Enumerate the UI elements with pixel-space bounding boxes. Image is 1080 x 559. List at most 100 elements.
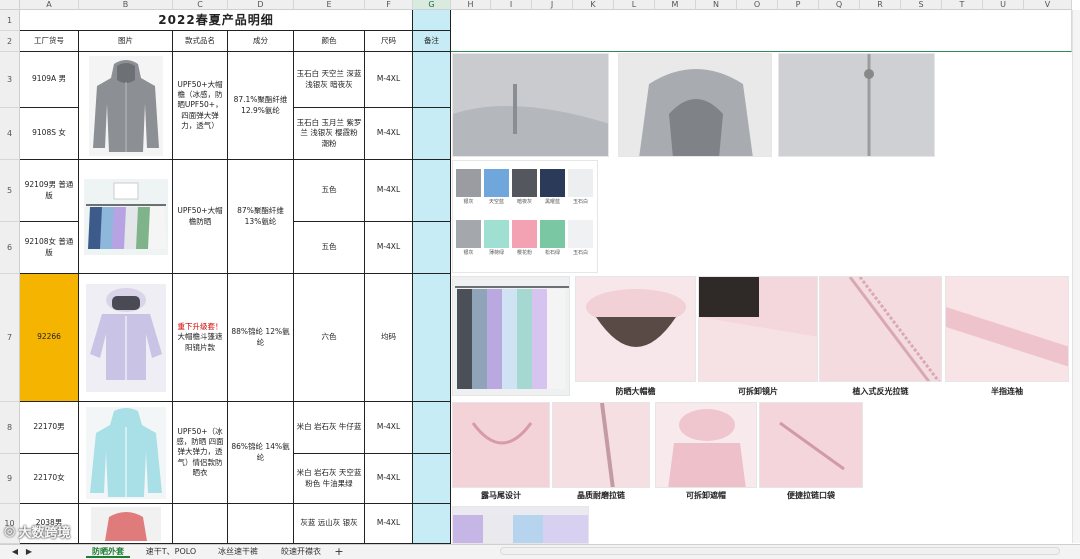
detail-photo-gray-hood[interactable] — [618, 53, 772, 157]
cell-e7[interactable]: 六色 — [294, 274, 365, 402]
header-color[interactable]: 颜色 — [294, 31, 365, 52]
row-header-5[interactable]: 5 — [0, 160, 20, 222]
tab-quickdry-tee[interactable]: 速干T、POLO — [140, 545, 202, 558]
col-header-k[interactable]: K — [573, 0, 614, 10]
note-cell-r10[interactable] — [413, 504, 451, 544]
tab-sunscreen-jacket[interactable]: 防晒外套 — [86, 545, 130, 558]
cell-e10[interactable]: 灰蓝 远山灰 银灰 — [294, 504, 365, 544]
note-cell-r3[interactable] — [413, 52, 451, 108]
col-header-i[interactable]: I — [491, 0, 532, 10]
note-cell-r9[interactable] — [413, 454, 451, 504]
cell-c8[interactable]: UPF50+（冰感，防晒 四面弹大弹力，透气）情侣款防晒衣 — [173, 402, 228, 504]
col-header-f[interactable]: F — [365, 0, 413, 10]
cell-d7[interactable]: 88%锦纶 12%氨纶 — [228, 274, 294, 402]
cell-f6[interactable]: M-4XL — [365, 222, 413, 274]
cell-e3[interactable]: 玉石白 天空兰 深蓝 浅银灰 暗夜灰 — [294, 52, 365, 108]
col-header-j[interactable]: J — [532, 0, 573, 10]
horizontal-scrollbar[interactable] — [500, 547, 1060, 555]
rack-photo-colors[interactable] — [452, 276, 570, 396]
col-header-v[interactable]: V — [1024, 0, 1072, 10]
detail-photo-gray-1[interactable] — [452, 53, 609, 157]
cell-a7-highlighted[interactable]: 92266 — [20, 274, 79, 402]
header-picture[interactable]: 图片 — [79, 31, 173, 52]
header-composition[interactable]: 成分 — [228, 31, 294, 52]
cell-e5[interactable]: 五色 — [294, 160, 365, 222]
cell-e9[interactable]: 米白 岩石灰 天空蓝 粉色 牛油果绿 — [294, 454, 365, 504]
cell-f4[interactable]: M-4XL — [365, 108, 413, 160]
cell-a9[interactable]: 22170女 — [20, 454, 79, 504]
row-header-8[interactable]: 8 — [0, 402, 20, 454]
cell-b8-picture[interactable] — [79, 402, 173, 504]
col-header-h[interactable]: H — [451, 0, 491, 10]
col-header-r[interactable]: R — [860, 0, 901, 10]
cell-f9[interactable]: M-4XL — [365, 454, 413, 504]
col-header-t[interactable]: T — [942, 0, 983, 10]
header-size[interactable]: 尺码 — [365, 31, 413, 52]
col-header-e[interactable]: E — [294, 0, 365, 10]
col-header-o[interactable]: O — [737, 0, 778, 10]
row-header-6[interactable]: 6 — [0, 222, 20, 274]
note-cell-r1[interactable] — [413, 10, 451, 31]
note-cell-r8[interactable] — [413, 402, 451, 454]
detachable-hood-photo[interactable] — [655, 402, 757, 488]
color-swatch-panel[interactable]: 银灰 天空蓝 暗夜灰 黑曜蓝 玉石白 银灰 薄荷绿 樱花粉 松石绿 玉石白 — [452, 160, 598, 273]
cell-d3[interactable]: 87.1%聚酯纤维 12.9%氨纶 — [228, 52, 294, 160]
col-header-d[interactable]: D — [228, 0, 294, 10]
cell-c10[interactable] — [173, 504, 228, 544]
col-header-a[interactable]: A — [20, 0, 79, 10]
thumbhole-sleeve-photo[interactable] — [945, 276, 1069, 382]
col-header-u[interactable]: U — [983, 0, 1024, 10]
col-header-m[interactable]: M — [655, 0, 696, 10]
cell-f7[interactable]: 均码 — [365, 274, 413, 402]
select-all-corner[interactable] — [0, 0, 20, 10]
ponytail-photo[interactable] — [452, 402, 550, 488]
pastel-rack-photo[interactable] — [452, 506, 589, 544]
cell-b5-picture[interactable] — [79, 160, 173, 274]
row-header-9[interactable]: 9 — [0, 454, 20, 504]
tab-cardigan[interactable]: 皎速开襟衣 — [274, 545, 328, 558]
tab-nav-next-icon[interactable]: ▶ — [22, 545, 36, 558]
cell-e4[interactable]: 玉石白 玉月兰 紫罗兰 浅银灰 樱霞粉 潮粉 — [294, 108, 365, 160]
sheet-title[interactable]: 2022春夏产品明细 — [20, 10, 413, 31]
tab-icesilk-pants[interactable]: 冰丝速干裤 — [212, 545, 264, 558]
tab-nav-prev-icon[interactable]: ◀ — [8, 545, 22, 558]
row-header-7[interactable]: 7 — [0, 274, 20, 402]
col-header-l[interactable]: L — [614, 0, 655, 10]
header-style-name[interactable]: 款式品名 — [173, 31, 228, 52]
note-cell-r6[interactable] — [413, 222, 451, 274]
cell-c3[interactable]: UPF50+大帽檐（冰感，防晒UPF50+，四面弹大弹力，透气） — [173, 52, 228, 160]
zip-pocket-photo[interactable] — [759, 402, 863, 488]
col-header-b[interactable]: B — [79, 0, 173, 10]
cell-a4[interactable]: 9108S 女 — [20, 108, 79, 160]
cell-b3-picture[interactable] — [79, 52, 173, 160]
cell-e8[interactable]: 米白 岩石灰 牛仔蓝 — [294, 402, 365, 454]
detail-photo-gray-zip[interactable] — [778, 53, 935, 157]
cell-e6[interactable]: 五色 — [294, 222, 365, 274]
row-header-2[interactable]: 2 — [0, 31, 20, 52]
cell-f3[interactable]: M-4XL — [365, 52, 413, 108]
note-cell-r5[interactable] — [413, 160, 451, 222]
cell-f5[interactable]: M-4XL — [365, 160, 413, 222]
cell-d10[interactable] — [228, 504, 294, 544]
cell-d8[interactable]: 86%锦纶 14%氨纶 — [228, 402, 294, 504]
note-cell-r4[interactable] — [413, 108, 451, 160]
reflective-zip-photo[interactable] — [819, 276, 942, 382]
row-header-4[interactable]: 4 — [0, 108, 20, 160]
col-header-p[interactable]: P — [778, 0, 819, 10]
cell-c7[interactable]: 重下升级套！ 大帽檐斗篷遮阳镜片款 — [173, 274, 228, 402]
col-header-c[interactable]: C — [173, 0, 228, 10]
col-header-n[interactable]: N — [696, 0, 737, 10]
header-note[interactable]: 备注 — [413, 31, 451, 52]
cell-a6[interactable]: 92108女 普通版 — [20, 222, 79, 274]
cell-c5[interactable]: UPF50+大帽檐防晒 — [173, 160, 228, 274]
visor-hood-photo[interactable] — [575, 276, 696, 382]
header-factory-no[interactable]: 工厂货号 — [20, 31, 79, 52]
crystal-zip-photo[interactable] — [552, 402, 650, 488]
cell-a3[interactable]: 9109A 男 — [20, 52, 79, 108]
row-header-3[interactable]: 3 — [0, 52, 20, 108]
add-sheet-button[interactable]: + — [332, 545, 346, 558]
row-header-1[interactable]: 1 — [0, 10, 20, 31]
cell-b7-picture[interactable] — [79, 274, 173, 402]
lens-photo[interactable] — [698, 276, 818, 382]
cell-d5[interactable]: 87%聚酯纤维 13%氨纶 — [228, 160, 294, 274]
